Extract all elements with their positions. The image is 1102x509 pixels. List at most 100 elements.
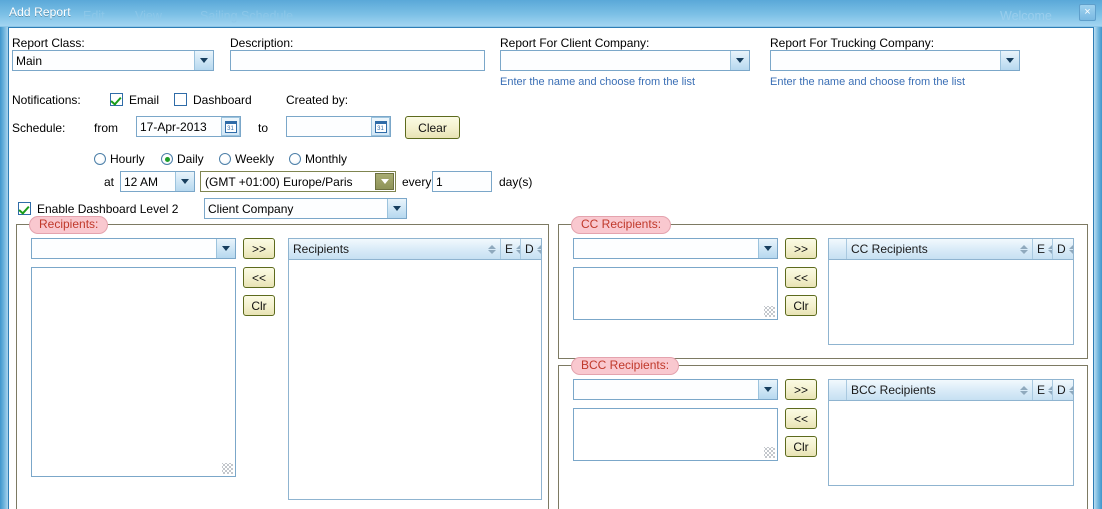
recipients-grid[interactable]: Recipients E D [288, 238, 542, 500]
trucking-company-combo[interactable] [770, 50, 1020, 71]
dashboard-scope-dropdown-button[interactable] [387, 199, 406, 218]
timezone-dropdown-button[interactable] [375, 173, 394, 190]
bcc-clear-button[interactable]: Clr [785, 436, 817, 457]
report-class-dropdown-button[interactable] [194, 51, 213, 70]
resize-grip[interactable] [764, 306, 775, 317]
cc-clear-button[interactable]: Clr [785, 295, 817, 316]
window-right-edge [1094, 27, 1102, 509]
bcc-picker-input[interactable] [573, 379, 778, 400]
cc-add-button[interactable]: >> [785, 238, 817, 259]
cc-column-name[interactable]: CC Recipients [847, 239, 1033, 259]
recipients-source-list[interactable] [31, 267, 236, 477]
time-dropdown-button[interactable] [175, 172, 194, 191]
cc-picker-combo[interactable] [573, 238, 778, 259]
client-company-combo[interactable] [500, 50, 750, 71]
recipients-picker-combo[interactable] [31, 238, 236, 259]
client-company-input[interactable] [500, 50, 750, 71]
report-class-combo[interactable] [12, 50, 214, 71]
client-company-dropdown-button[interactable] [730, 51, 749, 70]
recipients-column-e-label: E [505, 242, 514, 256]
bcc-add-button[interactable]: >> [785, 379, 817, 400]
recipients-clear-button[interactable]: Clr [243, 295, 275, 316]
sort-icon[interactable] [1016, 244, 1028, 254]
description-input[interactable] [230, 50, 485, 71]
radio-weekly[interactable] [219, 153, 231, 165]
radio-hourly-label: Hourly [110, 152, 145, 166]
calendar-icon-from[interactable]: 31 [221, 117, 240, 136]
calendar-glyph: 31 [374, 120, 387, 133]
cc-column-spacer [829, 239, 847, 259]
at-label: at [104, 175, 115, 189]
schedule-to-date-field[interactable]: 31 [286, 116, 391, 139]
created-by-label: Created by: [286, 93, 349, 107]
chevron-down-icon [736, 58, 744, 63]
dashboard-checkbox[interactable] [174, 93, 187, 106]
recipients-picker-dropdown-button[interactable] [216, 239, 235, 258]
cc-column-e-label: E [1037, 242, 1046, 256]
recipients-column-name[interactable]: Recipients [289, 239, 501, 259]
cc-recipients-grid[interactable]: CC Recipients E D [828, 238, 1074, 345]
report-class-label: Report Class: [12, 36, 85, 50]
clear-button[interactable]: Clear [405, 116, 460, 139]
timezone-input[interactable] [200, 171, 396, 192]
radio-daily[interactable] [161, 153, 173, 165]
sort-icon[interactable] [484, 244, 496, 254]
every-input[interactable] [432, 171, 492, 192]
bcc-remove-button[interactable]: << [785, 408, 817, 429]
bcc-column-name-label: BCC Recipients [851, 383, 936, 397]
bcc-picker-combo[interactable] [573, 379, 778, 400]
sort-icon[interactable] [1068, 244, 1073, 254]
bcc-recipients-grid[interactable]: BCC Recipients E D [828, 379, 1074, 486]
cc-picker-input[interactable] [573, 238, 778, 259]
cc-column-d-label: D [1057, 242, 1066, 256]
dashboard-scope-combo[interactable] [204, 198, 407, 219]
radio-hourly[interactable] [94, 153, 106, 165]
time-combo[interactable] [120, 171, 195, 192]
radio-monthly[interactable] [289, 153, 301, 165]
schedule-to-label: to [258, 121, 269, 135]
bcc-picker-dropdown-button[interactable] [758, 380, 777, 399]
chevron-down-icon [1006, 58, 1014, 63]
chevron-down-icon [181, 179, 189, 184]
client-company-hint: Enter the name and choose from the list [500, 76, 696, 88]
close-icon[interactable]: × [1079, 4, 1096, 21]
cc-source-list[interactable] [573, 267, 778, 320]
trucking-company-label: Report For Trucking Company: [770, 36, 935, 50]
recipients-picker-input[interactable] [31, 238, 236, 259]
report-class-input[interactable] [12, 50, 214, 71]
trucking-company-dropdown-button[interactable] [1000, 51, 1019, 70]
timezone-select[interactable] [200, 171, 396, 192]
email-label: Email [129, 93, 160, 107]
sort-icon[interactable] [1016, 385, 1028, 395]
bcc-column-d[interactable]: D [1053, 380, 1073, 400]
cc-picker-dropdown-button[interactable] [758, 239, 777, 258]
calendar-icon-to[interactable]: 31 [371, 117, 390, 136]
trucking-company-input[interactable] [770, 50, 1020, 71]
recipients-column-d[interactable]: D [521, 239, 541, 259]
sort-icon[interactable] [1068, 385, 1073, 395]
dialog-window: Edit View Sailing Schedule Welcome Add R… [0, 0, 1102, 509]
bcc-column-e[interactable]: E [1033, 380, 1053, 400]
bcc-column-name[interactable]: BCC Recipients [847, 380, 1033, 400]
resize-grip[interactable] [764, 447, 775, 458]
recipients-remove-button[interactable]: << [243, 267, 275, 288]
every-label: every [402, 175, 432, 189]
cc-recipients-fieldset: CC Recipients: >> << Clr CC Recipients E… [558, 216, 1088, 359]
sort-icon[interactable] [536, 244, 541, 254]
chevron-down-icon [764, 246, 772, 251]
enable-dashboard-level2-checkbox[interactable] [18, 202, 31, 215]
resize-grip[interactable] [222, 463, 233, 474]
email-checkbox[interactable] [110, 93, 123, 106]
recipients-add-button[interactable]: >> [243, 238, 275, 259]
cc-column-e[interactable]: E [1033, 239, 1053, 259]
cc-recipients-legend: CC Recipients: [571, 216, 672, 234]
cc-column-d[interactable]: D [1053, 239, 1073, 259]
chevron-down-icon [222, 246, 230, 251]
cc-remove-button[interactable]: << [785, 267, 817, 288]
bcc-recipients-grid-header: BCC Recipients E D [829, 380, 1073, 401]
description-label: Description: [230, 36, 294, 50]
dashboard-scope-input[interactable] [204, 198, 407, 219]
bcc-source-list[interactable] [573, 408, 778, 461]
recipients-column-e[interactable]: E [501, 239, 521, 259]
schedule-from-date-field[interactable]: 31 [136, 116, 241, 139]
